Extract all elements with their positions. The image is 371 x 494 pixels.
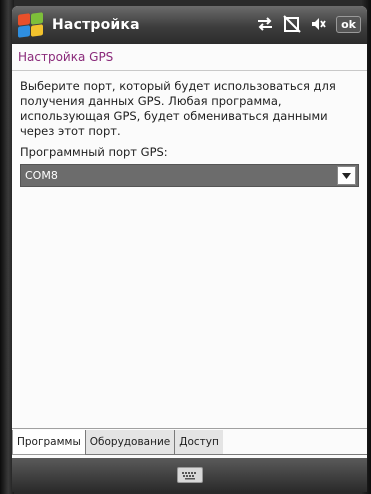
port-label: Программный порт GPS: xyxy=(20,145,168,159)
chevron-down-icon[interactable] xyxy=(337,166,356,185)
tab-hardware[interactable]: Оборудование xyxy=(84,430,176,455)
window-title: Настройка xyxy=(52,17,140,33)
menu-bar xyxy=(12,458,367,492)
volume-icon[interactable] xyxy=(309,14,329,34)
no-signal-icon[interactable] xyxy=(282,14,302,34)
description-text: Выберите порт, который будет использоват… xyxy=(20,79,336,138)
title-bar: Настройка ok xyxy=(12,6,367,44)
gps-port-value: COM8 xyxy=(25,169,58,182)
tab-bar-filler xyxy=(222,430,367,455)
ok-button[interactable]: ok xyxy=(336,15,361,33)
keyboard-icon[interactable] xyxy=(176,467,203,483)
tab-bar: Программы Оборудование Доступ xyxy=(12,428,367,455)
tab-programs[interactable]: Программы xyxy=(12,430,86,455)
gps-port-dropdown[interactable]: COM8 xyxy=(20,164,359,187)
windows-start-icon[interactable] xyxy=(16,11,44,39)
status-icons: ok xyxy=(255,14,361,34)
device-screen: Настройка ok Настройка GPS Выберите порт… xyxy=(12,6,367,492)
settings-content: Выберите порт, который будет использоват… xyxy=(12,71,367,187)
tab-access[interactable]: Доступ xyxy=(174,430,224,455)
connectivity-arrows-icon[interactable] xyxy=(255,14,275,34)
page-title: Настройка GPS xyxy=(12,44,367,71)
